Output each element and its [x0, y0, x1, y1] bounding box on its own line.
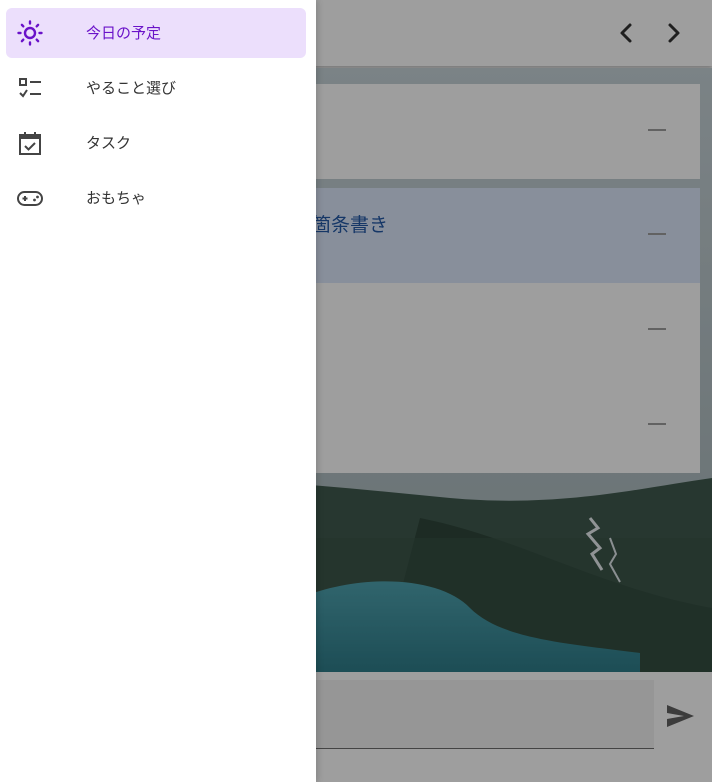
sun-icon [17, 20, 43, 46]
drawer-item-label: タスク [86, 134, 132, 152]
drawer-item-toys[interactable]: おもちゃ [6, 173, 306, 223]
navigation-drawer: 今日の予定 やること選び タスク おもちゃ [0, 0, 316, 782]
drawer-item-label: おもちゃ [86, 189, 147, 207]
drawer-item-today[interactable]: 今日の予定 [6, 8, 306, 58]
calendar-check-icon [19, 132, 41, 155]
drawer-item-tasks[interactable]: タスク [6, 118, 306, 168]
drawer-item-label: 今日の予定 [86, 24, 162, 42]
drawer-item-label: やること選び [86, 79, 177, 97]
gamepad-icon [17, 191, 43, 206]
checklist-icon [19, 78, 41, 98]
drawer-item-choose-todo[interactable]: やること選び [6, 63, 306, 113]
app-root: 箇条書き 今日の予定 やること選び タスク おもちゃ [0, 0, 712, 782]
